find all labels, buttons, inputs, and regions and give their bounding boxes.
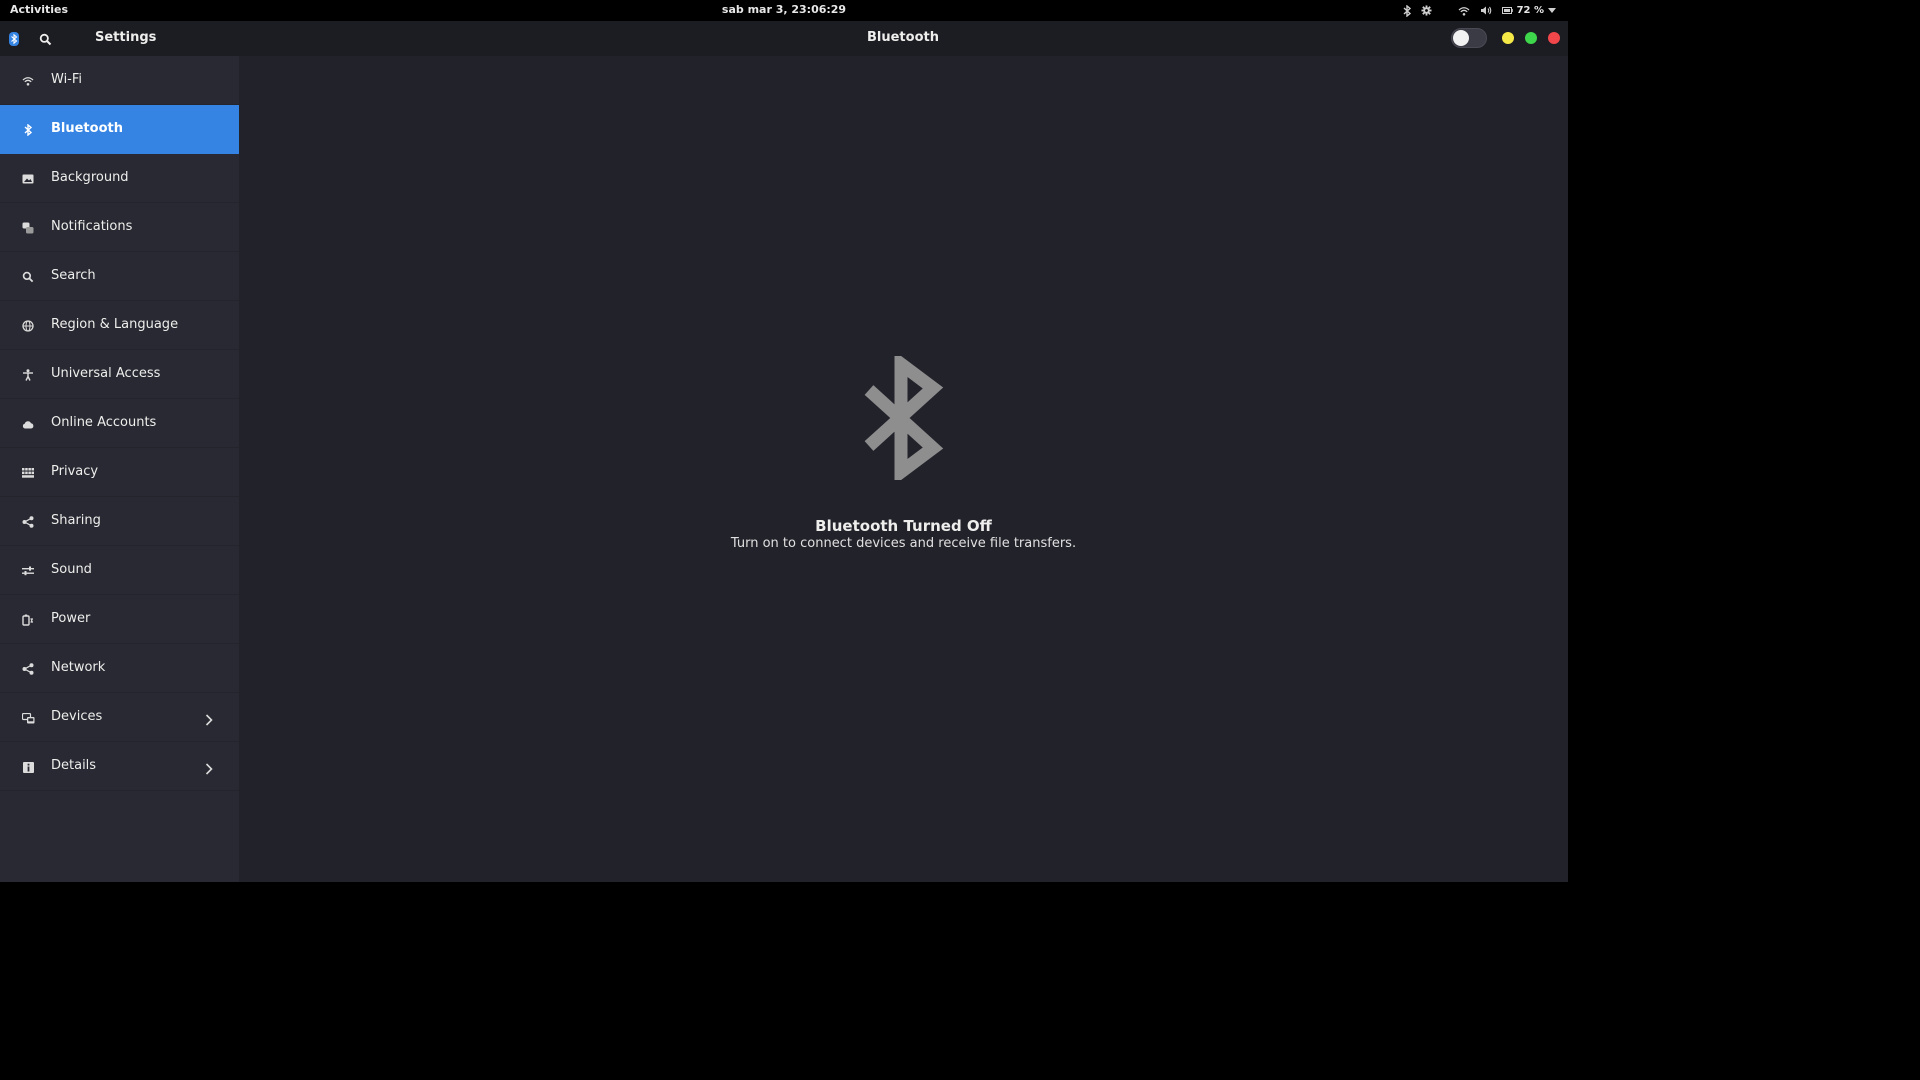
settings-tray-icon[interactable]	[1421, 5, 1432, 16]
clock[interactable]: sab mar 3, 23:06:29	[722, 3, 846, 16]
volume-tray-icon[interactable]	[1480, 5, 1492, 16]
sidebar-item-universal-access[interactable]: Universal Access	[0, 350, 239, 399]
privacy-icon	[21, 466, 35, 480]
sidebar-item-label: Online Accounts	[51, 415, 157, 430]
sidebar-item-background[interactable]: Background	[0, 154, 239, 203]
sidebar-item-network[interactable]: Network	[0, 644, 239, 693]
sidebar-item-details[interactable]: Details	[0, 742, 239, 791]
sidebar-item-label: Privacy	[51, 464, 99, 479]
sidebar-item-label: Region & Language	[51, 317, 179, 332]
switch-knob	[1453, 30, 1469, 46]
sidebar-item-devices[interactable]: Devices	[0, 693, 239, 742]
status-subtitle: Turn on to connect devices and receive f…	[730, 536, 1077, 551]
sidebar-item-privacy[interactable]: Privacy	[0, 448, 239, 497]
sidebar-item-label: Sound	[51, 562, 92, 577]
sidebar-item-label: Devices	[51, 709, 103, 724]
settings-window: Settings Bluetooth Wi-Fi Bluetooth Backg…	[0, 21, 1568, 882]
sidebar-item-power[interactable]: Power	[0, 595, 239, 644]
bluetooth-icon	[21, 123, 35, 137]
sidebar-item-bluetooth[interactable]: Bluetooth	[0, 105, 239, 154]
cloud-icon	[21, 417, 35, 431]
sidebar-item-label: Search	[51, 268, 96, 283]
sidebar-item-label: Details	[51, 758, 97, 773]
sidebar-item-sound[interactable]: Sound	[0, 546, 239, 595]
search-icon	[39, 33, 52, 46]
sidebar-item-label: Power	[51, 611, 91, 626]
battery-percentage: 72 %	[1516, 5, 1544, 16]
sidebar-item-label: Sharing	[51, 513, 101, 528]
bluetooth-app-icon	[9, 31, 19, 50]
sidebar-item-sharing[interactable]: Sharing	[0, 497, 239, 546]
accessibility-icon	[21, 368, 35, 382]
sidebar-item-label: Background	[51, 170, 129, 185]
info-icon	[21, 760, 35, 774]
globe-icon	[21, 319, 35, 333]
devices-icon	[21, 711, 35, 725]
sidebar: Wi-Fi Bluetooth Background Notifications	[0, 56, 239, 882]
top-panel: Activities sab mar 3, 23:06:29 72 %	[0, 0, 1568, 21]
sidebar-item-label: Network	[51, 660, 106, 675]
sidebar-item-wifi[interactable]: Wi-Fi	[0, 56, 239, 105]
bluetooth-disabled-icon	[861, 351, 945, 485]
maximize-button[interactable]	[1525, 32, 1537, 44]
sidebar-item-label: Notifications	[51, 219, 133, 234]
chevron-down-icon	[1548, 8, 1556, 13]
image-icon	[21, 172, 35, 186]
wifi-icon	[21, 74, 35, 88]
search-icon	[21, 270, 35, 284]
sidebar-item-label: Universal Access	[51, 366, 161, 381]
sidebar-item-region-language[interactable]: Region & Language	[0, 301, 239, 350]
bluetooth-panel: Bluetooth Turned Off Turn on to connect …	[239, 56, 1568, 882]
system-tray[interactable]: 72 %	[1403, 2, 1556, 19]
chevron-right-icon	[205, 711, 213, 730]
close-button[interactable]	[1548, 32, 1560, 44]
power-icon	[21, 613, 35, 627]
share-icon	[21, 515, 35, 529]
status-title: Bluetooth Turned Off	[815, 517, 992, 535]
battery-indicator[interactable]: 72 %	[1501, 5, 1556, 16]
sound-icon	[21, 564, 35, 578]
bluetooth-power-switch[interactable]	[1451, 28, 1487, 48]
app-title: Settings	[95, 30, 157, 45]
headerbar: Settings Bluetooth	[0, 21, 1568, 56]
sidebar-item-search[interactable]: Search	[0, 252, 239, 301]
minimize-button[interactable]	[1502, 32, 1514, 44]
network-icon	[21, 662, 35, 676]
page-title: Bluetooth	[867, 30, 939, 45]
search-button[interactable]	[39, 31, 52, 50]
wifi-tray-icon[interactable]	[1458, 6, 1470, 16]
battery-icon	[1501, 7, 1513, 14]
sidebar-item-label: Bluetooth	[51, 121, 123, 136]
activities-button[interactable]: Activities	[10, 3, 68, 16]
sidebar-item-label: Wi-Fi	[51, 72, 83, 87]
chevron-right-icon	[205, 760, 213, 779]
sidebar-item-notifications[interactable]: Notifications	[0, 203, 239, 252]
sidebar-item-online-accounts[interactable]: Online Accounts	[0, 399, 239, 448]
bluetooth-tray-icon[interactable]	[1403, 4, 1411, 17]
notifications-icon	[21, 221, 35, 235]
clock-area: sab mar 3, 23:06:29	[0, 3, 1568, 16]
